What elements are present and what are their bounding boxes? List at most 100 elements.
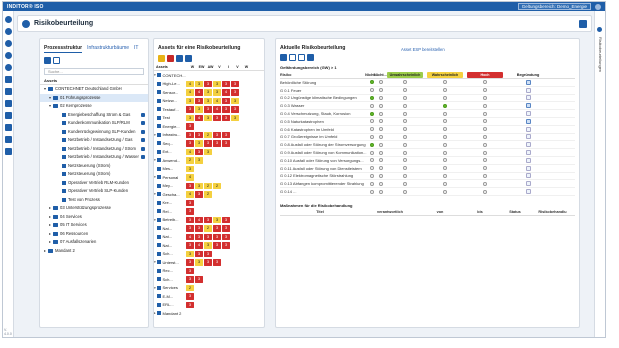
risk-radio[interactable] — [443, 134, 447, 139]
risk-radio[interactable] — [369, 181, 374, 186]
filter-icon[interactable] — [185, 55, 192, 62]
expand-icon[interactable] — [44, 57, 51, 64]
asset-row[interactable]: Nat... 4 3 3 3 3 — [154, 233, 264, 242]
tree-item[interactable]: Operativer Vertrieb SLP-Kunden — [40, 187, 148, 196]
chart-icon[interactable] — [4, 112, 12, 119]
risk-radio[interactable] — [483, 142, 487, 147]
risk-radio[interactable] — [483, 173, 487, 178]
risk-radio[interactable] — [403, 88, 407, 93]
tree-item[interactable]: ▸ 06 Ressourcen — [40, 230, 148, 239]
justification-icon[interactable] — [525, 118, 531, 124]
risk-radio[interactable] — [483, 95, 487, 100]
risk-radio[interactable] — [483, 119, 487, 124]
tree-item[interactable]: Netzbetrieb / Instandsetzung / Wasser — [40, 153, 148, 162]
calendar-icon[interactable] — [4, 76, 12, 83]
risk-radio[interactable] — [403, 127, 407, 132]
risk-radio[interactable] — [403, 189, 407, 194]
side-tab-label[interactable]: Risikobeurteilungen — [598, 37, 603, 72]
process-icon[interactable] — [4, 28, 12, 35]
risk-radio[interactable] — [483, 150, 487, 155]
risk-radio[interactable] — [483, 88, 487, 93]
risk-radio[interactable] — [378, 88, 383, 93]
justification-icon[interactable] — [525, 150, 531, 156]
risk-radio[interactable] — [403, 173, 407, 178]
risk-radio[interactable] — [443, 95, 447, 100]
risk-row[interactable]: G 0.7 Großereignisse im Umfeld — [280, 134, 575, 142]
risk-row[interactable]: G 0.1 Feuer — [280, 87, 575, 95]
risk-row[interactable]: G 0.14 ... — [280, 188, 575, 196]
asset-row[interactable]: Netzw... 3 3 3 4 3 3 — [154, 97, 264, 106]
asset-row[interactable]: ERL... 3 — [154, 301, 264, 310]
risk-radio[interactable] — [369, 95, 374, 100]
risk-radio[interactable] — [403, 119, 407, 124]
justification-icon[interactable] — [525, 126, 531, 132]
risk-radio[interactable] — [443, 158, 447, 163]
risk-radio[interactable] — [443, 119, 447, 124]
risk-radio[interactable] — [443, 181, 447, 186]
tree-item[interactable]: ▸ Mandant 2 — [40, 247, 148, 256]
risk-radio[interactable] — [483, 80, 487, 85]
tree-item[interactable]: ▸ 03 Unterstützungsprozesse — [40, 204, 148, 213]
asset-icon[interactable] — [4, 40, 12, 47]
asset-row[interactable]: Rec... 3 — [154, 267, 264, 276]
risk-radio[interactable] — [378, 181, 383, 186]
risk-radio[interactable] — [378, 189, 383, 194]
tree-item[interactable]: Netzsteuerung (Strom) — [40, 170, 148, 179]
asset-row[interactable]: ▾ Services 2 — [154, 284, 264, 293]
risk-radio[interactable] — [403, 166, 407, 171]
asset-row[interactable]: E-M... 3 — [154, 292, 264, 301]
risk-radio[interactable] — [443, 142, 447, 147]
user-avatar-icon[interactable] — [595, 3, 601, 10]
risk-row[interactable]: G 0.6 Katastrophen im Umfeld — [280, 126, 575, 134]
risk-radio[interactable] — [369, 103, 374, 108]
risk-radio[interactable] — [378, 111, 383, 116]
risk-radio[interactable] — [483, 189, 487, 194]
risk-radio[interactable] — [483, 103, 487, 108]
filter-icon[interactable] — [53, 57, 60, 64]
asset-row[interactable]: Sch... 3 3 — [154, 275, 264, 284]
risk-radio[interactable] — [378, 119, 383, 124]
risk-radio[interactable] — [483, 166, 487, 171]
tree-item[interactable]: ▸ 04 Services — [40, 213, 148, 222]
justification-icon[interactable] — [525, 95, 531, 101]
risk-row[interactable]: G 0.8 Ausfall oder Störung der Stromvers… — [280, 141, 575, 150]
asset-row[interactable]: Nat... 3 3 2 3 3 — [154, 224, 264, 233]
risk-radio[interactable] — [443, 150, 447, 155]
justification-icon[interactable] — [525, 142, 531, 148]
risk-row[interactable]: G 0.9 Ausfall oder Störung von Kommunika… — [280, 149, 575, 157]
risk-radio[interactable] — [378, 150, 383, 155]
risk-row[interactable]: G 0.13 Abfangen kompromittierender Strah… — [280, 180, 575, 189]
tab-2[interactable]: Infrastrukturbäume — [87, 45, 129, 53]
risk-radio[interactable] — [378, 95, 383, 100]
risk-radio[interactable] — [369, 127, 374, 132]
risk-radio[interactable] — [403, 111, 407, 116]
risk-radio[interactable] — [378, 127, 383, 132]
folder-icon[interactable] — [158, 55, 165, 62]
risk-radio[interactable] — [369, 80, 374, 85]
risk-row[interactable]: G 0.3 Wasser — [280, 102, 575, 111]
search-input[interactable]: Suche... — [44, 68, 144, 75]
asset-row[interactable]: High-Le... 4 3 3 3 3 3 — [154, 80, 264, 89]
asset-row[interactable]: Kre... 3 — [154, 199, 264, 208]
risk-radio[interactable] — [483, 181, 487, 186]
risk-radio[interactable] — [369, 150, 374, 155]
justification-icon[interactable] — [525, 79, 531, 85]
risk-radio[interactable] — [369, 189, 374, 194]
risk-radio[interactable] — [403, 80, 407, 85]
asset-row[interactable]: Testauf... 3 3 3 4 3 3 — [154, 105, 264, 114]
risk-radio[interactable] — [483, 134, 487, 139]
settings-icon[interactable] — [4, 52, 12, 59]
risk-radio[interactable] — [378, 166, 383, 171]
risk-radio[interactable] — [443, 173, 447, 178]
risk-radio[interactable] — [369, 142, 374, 147]
asset-row[interactable]: ▾ Betreib... 3 4 3 3 3 — [154, 216, 264, 225]
risk-radio[interactable] — [378, 158, 383, 163]
info-icon[interactable] — [597, 27, 602, 32]
tree-item[interactable]: ▸ 05 IT Services — [40, 221, 148, 230]
search-icon[interactable] — [176, 55, 183, 62]
justification-icon[interactable] — [525, 134, 531, 140]
risk-radio[interactable] — [403, 103, 407, 108]
risk-radio[interactable] — [378, 142, 383, 147]
justification-icon[interactable] — [525, 173, 531, 179]
asset-row[interactable]: ▾ Unterst... 3 3 3 3 — [154, 258, 264, 267]
